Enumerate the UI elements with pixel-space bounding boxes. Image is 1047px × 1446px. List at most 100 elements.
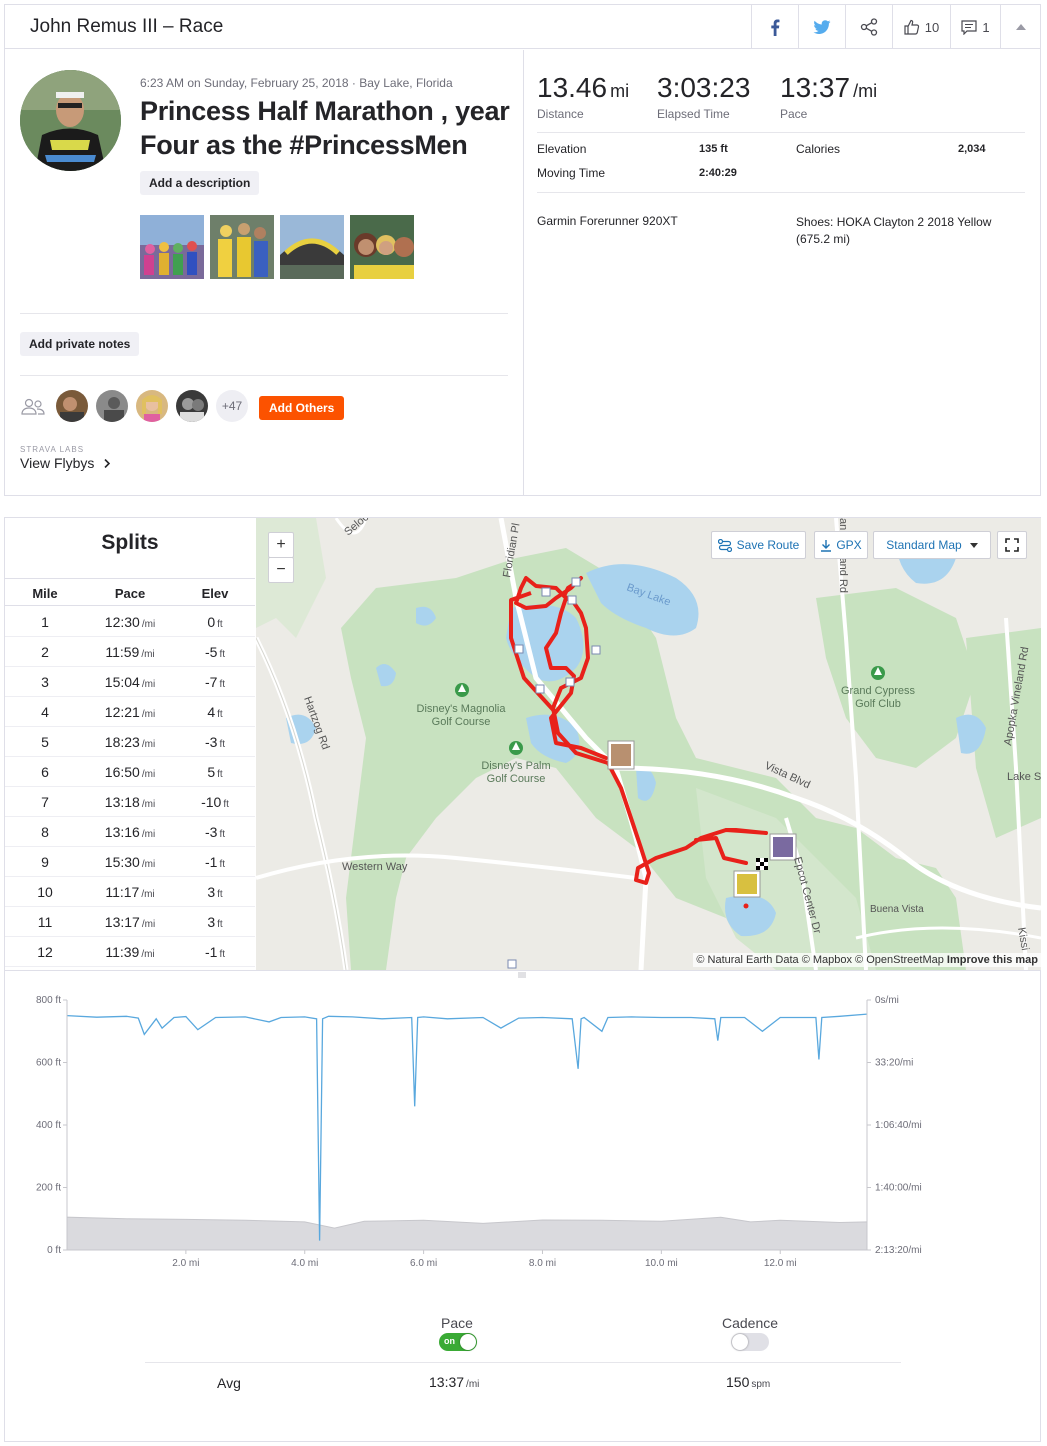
avg-pace-value: 13:37 bbox=[429, 1374, 465, 1390]
map-label-lake-st: Lake St bbox=[1007, 771, 1041, 783]
split-pace: 15:30/mi bbox=[85, 854, 175, 870]
split-elev-unit: ft bbox=[217, 709, 223, 720]
left-tick-label: 0 ft bbox=[47, 1245, 61, 1256]
kudos-button[interactable]: 10 bbox=[892, 5, 950, 49]
athlete-avatar-small[interactable] bbox=[176, 390, 208, 422]
split-mile: 3 bbox=[41, 674, 49, 690]
split-row[interactable]: 1 12:30/mi 0 ft bbox=[5, 607, 255, 637]
split-row[interactable]: 3 15:04/mi -7 ft bbox=[5, 667, 255, 697]
split-row[interactable]: 6 16:50/mi 5 ft bbox=[5, 757, 255, 787]
split-row[interactable]: 12 11:39/mi -1 ft bbox=[5, 937, 255, 967]
elevation-label: Elevation bbox=[537, 142, 587, 156]
improve-map-link[interactable]: Improve this map bbox=[947, 954, 1038, 966]
split-pace-unit: /mi bbox=[141, 649, 155, 660]
left-tick-label: 200 ft bbox=[36, 1183, 61, 1194]
athlete-avatar[interactable] bbox=[20, 70, 121, 171]
comments-button[interactable]: 1 bbox=[950, 5, 1000, 49]
facebook-share-button[interactable] bbox=[751, 5, 798, 49]
facebook-icon bbox=[771, 19, 780, 36]
avg-label: Avg bbox=[217, 1375, 241, 1391]
split-pace: 12:30/mi bbox=[85, 614, 175, 630]
chevron-right-icon bbox=[104, 458, 111, 469]
pace-toggle[interactable]: on bbox=[439, 1333, 477, 1351]
athlete-avatar-small[interactable] bbox=[136, 390, 168, 422]
cadence-toggle[interactable] bbox=[731, 1333, 769, 1351]
split-row[interactable]: 4 12:21/mi 4 ft bbox=[5, 697, 255, 727]
zoom-out-button[interactable]: − bbox=[268, 557, 294, 583]
pace-elevation-chart[interactable]: 800 ft 600 ft 400 ft 200 ft 0 ft 0s/mi 33:20/m… bbox=[5, 980, 1040, 1280]
shoes-info[interactable]: Shoes: HOKA Clayton 2 2018 Yellow (675.2… bbox=[796, 214, 1006, 248]
split-row[interactable]: 7 13:18/mi -10 ft bbox=[5, 787, 255, 817]
view-flybys-link[interactable]: View Flybys bbox=[20, 455, 111, 471]
add-description-button[interactable]: Add a description bbox=[140, 171, 260, 195]
split-elev-value: 0 bbox=[207, 614, 216, 630]
add-private-notes-button[interactable]: Add private notes bbox=[20, 332, 140, 356]
split-pace-unit: /mi bbox=[141, 829, 156, 840]
x-tick-label: 10.0 mi bbox=[645, 1258, 678, 1269]
split-elev-value: 4 bbox=[207, 704, 216, 720]
map-attribution: © Natural Earth Data © Mapbox © OpenStre… bbox=[693, 953, 1041, 967]
x-tick-label: 4.0 mi bbox=[291, 1258, 318, 1269]
fullscreen-button[interactable] bbox=[997, 531, 1027, 559]
divider bbox=[20, 313, 508, 314]
split-pace-unit: /mi bbox=[141, 709, 156, 720]
avg-cadence: 150 spm bbox=[726, 1374, 770, 1390]
activity-details: 6:23 AM on Sunday, February 25, 2018 · B… bbox=[5, 50, 524, 495]
split-pace: 13:17/mi bbox=[85, 914, 175, 930]
split-row[interactable]: 11 13:17/mi 3 ft bbox=[5, 907, 255, 937]
twitter-share-button[interactable] bbox=[798, 5, 845, 49]
divider bbox=[537, 132, 1025, 133]
split-elev-value: 3 bbox=[207, 914, 216, 930]
split-mile: 1 bbox=[41, 614, 49, 630]
gpx-download-button[interactable]: GPX bbox=[814, 531, 868, 559]
activity-photo[interactable] bbox=[210, 215, 274, 279]
add-others-button[interactable]: Add Others bbox=[259, 396, 345, 420]
split-pace-value: 11:17 bbox=[105, 884, 140, 900]
toggle-knob bbox=[732, 1334, 748, 1350]
activity-header-title: John Remus III – Race bbox=[30, 16, 224, 37]
map-label-magnolia-line2: Golf Course bbox=[432, 716, 491, 728]
group-icon bbox=[21, 398, 45, 415]
download-icon bbox=[821, 539, 832, 552]
activity-photo[interactable] bbox=[140, 215, 204, 279]
collapse-button[interactable] bbox=[1000, 5, 1040, 49]
split-row[interactable]: 5 18:23/mi -3 ft bbox=[5, 727, 255, 757]
photo-thumbnail bbox=[210, 215, 274, 279]
split-row[interactable]: 2 11:59/mi -5 ft bbox=[5, 637, 255, 667]
right-tick-label: 2:13:20/mi bbox=[875, 1245, 922, 1256]
share-button[interactable] bbox=[845, 5, 892, 49]
more-athletes-count[interactable]: +47 bbox=[216, 390, 248, 422]
save-route-label: Save Route bbox=[736, 538, 800, 552]
calories-label: Calories bbox=[796, 142, 841, 156]
athlete-avatar-small[interactable] bbox=[56, 390, 88, 422]
save-route-button[interactable]: Save Route bbox=[711, 531, 806, 559]
split-pace-unit: /mi bbox=[141, 619, 156, 630]
route-map[interactable]: Disney's Magnolia Golf Course Disney's P… bbox=[256, 518, 1041, 970]
map-type-dropdown[interactable]: Standard Map bbox=[873, 531, 991, 559]
avg-cadence-value: 150 bbox=[726, 1374, 750, 1390]
mile-header: Mile bbox=[32, 586, 58, 601]
split-row[interactable]: 10 11:17/mi 3 ft bbox=[5, 877, 255, 907]
athlete-avatar-small[interactable] bbox=[96, 390, 128, 422]
activity-photo[interactable] bbox=[280, 215, 344, 279]
avg-pace-unit: /mi bbox=[466, 1379, 480, 1390]
moving-time-label: Moving Time bbox=[537, 166, 606, 180]
split-elev: 0 ft bbox=[175, 614, 255, 630]
split-pace-value: 12:30 bbox=[104, 614, 140, 630]
split-elev-unit: ft bbox=[223, 799, 229, 810]
map-label-magnolia-line1: Disney's Magnolia bbox=[417, 703, 507, 715]
zoom-in-button[interactable]: + bbox=[268, 532, 294, 558]
drag-handle-icon bbox=[518, 972, 526, 978]
resize-handle[interactable] bbox=[5, 970, 1040, 980]
activity-photo[interactable] bbox=[350, 215, 414, 279]
split-row[interactable]: 9 15:30/mi -1 ft bbox=[5, 847, 255, 877]
pace-header: Pace bbox=[114, 586, 146, 601]
split-mile: 10 bbox=[37, 884, 53, 900]
split-elev: 4 ft bbox=[175, 704, 255, 720]
split-row[interactable]: 8 13:16/mi -3 ft bbox=[5, 817, 255, 847]
map-type-label: Standard Map bbox=[886, 538, 962, 552]
avatar bbox=[176, 390, 208, 422]
split-pace-value: 13:17 bbox=[104, 914, 140, 930]
split-pace-unit: /mi bbox=[141, 859, 156, 870]
activity-stats: 13.46 mi Distance 3:03:23 Elapsed Time 13… bbox=[525, 50, 1040, 495]
